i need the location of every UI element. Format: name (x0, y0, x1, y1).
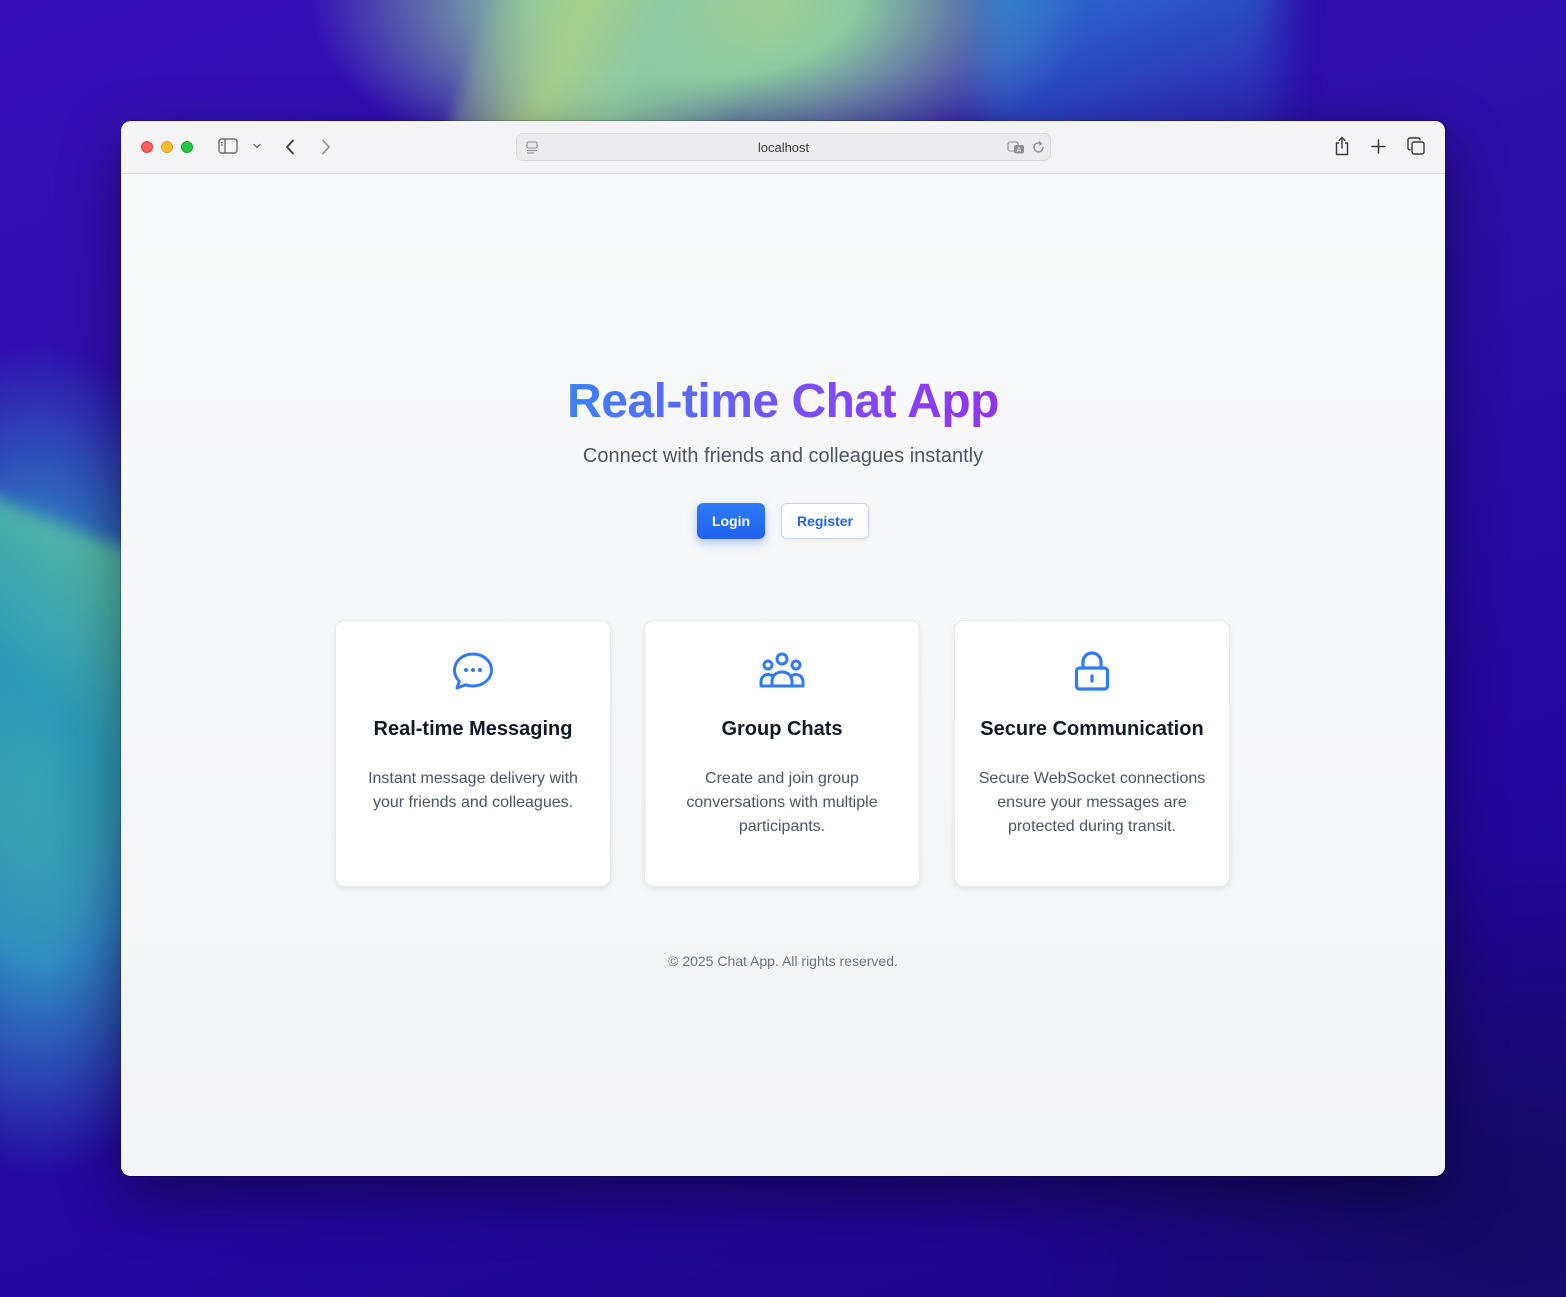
chevron-down-icon[interactable] (252, 141, 262, 151)
feature-title: Real-time Messaging (373, 718, 573, 740)
address-bar[interactable]: localhost A (516, 133, 1051, 161)
page-title: Real-time Chat App (121, 374, 1445, 429)
feature-description: Instant message delivery with your frien… (368, 770, 578, 811)
page-title-text: Real-time Chat App (567, 375, 999, 428)
browser-toolbar: localhost A (121, 121, 1445, 174)
feature-title: Group Chats (721, 718, 843, 740)
tabs-overview-icon[interactable] (1406, 136, 1426, 156)
chat-bubble-icon (336, 649, 610, 693)
browser-window: localhost A Real-time Chat App Connect w… (121, 121, 1445, 1176)
page-subtitle: Connect with friends and colleagues inst… (582, 445, 984, 467)
feature-description: Secure WebSocket connections ensure your… (978, 770, 1206, 835)
share-icon[interactable] (1332, 135, 1352, 157)
close-window-button[interactable] (141, 141, 153, 153)
feature-description: Create and join group conversations with… (686, 770, 878, 835)
chevron-right-icon[interactable] (318, 137, 334, 157)
users-group-icon (645, 649, 919, 693)
reload-icon[interactable] (1031, 140, 1045, 154)
plus-icon[interactable] (1369, 137, 1387, 155)
svg-text:A: A (1017, 146, 1022, 154)
feature-card-group-chats: Group Chats Create and join group conver… (644, 620, 920, 887)
feature-card-secure: Secure Communication Secure WebSocket co… (954, 620, 1230, 887)
footer-copyright: © 2025 Chat App. All rights reserved. (668, 953, 898, 969)
page-content: Real-time Chat App Connect with friends … (121, 174, 1445, 1176)
minimize-window-button[interactable] (161, 141, 173, 153)
chevron-left-icon[interactable] (282, 137, 298, 157)
zoom-window-button[interactable] (181, 141, 193, 153)
register-button[interactable]: Register (781, 503, 869, 539)
feature-card-messaging: Real-time Messaging Instant message deli… (335, 620, 611, 887)
lock-icon (955, 649, 1229, 693)
url-text: localhost (757, 140, 810, 155)
feature-title: Secure Communication (980, 718, 1204, 740)
login-button[interactable]: Login (697, 503, 765, 539)
sidebar-icon[interactable] (218, 137, 238, 155)
translate-icon[interactable]: A (1007, 140, 1025, 154)
